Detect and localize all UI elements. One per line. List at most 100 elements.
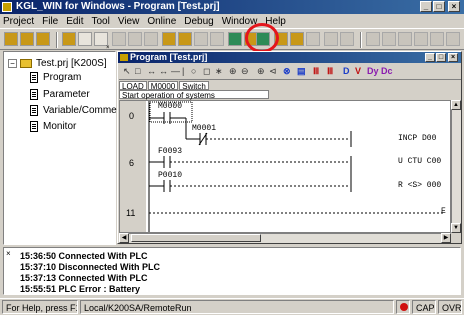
reset-icon[interactable] bbox=[398, 32, 412, 46]
upload-icon[interactable] bbox=[290, 32, 304, 46]
contact-address[interactable]: M0000 bbox=[158, 102, 182, 111]
status-cap: CAP bbox=[412, 300, 436, 314]
select-tool-icon[interactable]: ↖ bbox=[123, 66, 131, 77]
info-icon[interactable] bbox=[414, 32, 428, 46]
new-project-icon[interactable] bbox=[4, 32, 18, 46]
document-icon bbox=[30, 72, 38, 83]
end-instruction[interactable]: E bbox=[441, 207, 446, 216]
cross-reference-icon[interactable] bbox=[210, 32, 224, 46]
reset-instruction[interactable]: R <S> 000 bbox=[398, 181, 441, 190]
child-minimize-button[interactable]: _ bbox=[425, 53, 435, 62]
save-project-icon[interactable] bbox=[36, 32, 50, 46]
io-icon[interactable] bbox=[430, 32, 444, 46]
menu-view[interactable]: View bbox=[118, 16, 140, 27]
tree-root[interactable]: − Test.prj [K200S] bbox=[8, 58, 107, 69]
tree-item-program[interactable]: Program bbox=[30, 72, 81, 83]
save-file-icon[interactable] bbox=[94, 32, 108, 46]
message-close-icon[interactable]: × bbox=[6, 250, 14, 258]
box-tool-icon[interactable]: □ bbox=[135, 66, 140, 76]
document-icon bbox=[30, 121, 38, 132]
contact-address[interactable]: P0010 bbox=[158, 171, 182, 180]
compile-icon[interactable] bbox=[162, 32, 176, 46]
zoom-fit-icon[interactable]: ⊕ bbox=[257, 66, 265, 77]
horizontal-line-icon[interactable]: — bbox=[171, 66, 180, 76]
scroll-up-icon[interactable]: ▲ bbox=[451, 100, 461, 110]
contact-closed-icon[interactable]: ↔ bbox=[159, 66, 168, 76]
ladder-diagram bbox=[148, 101, 444, 232]
child-maximize-button[interactable]: □ bbox=[436, 53, 446, 62]
zoom-out-icon[interactable]: ⊖ bbox=[241, 66, 249, 77]
contact-address[interactable]: M0001 bbox=[192, 124, 216, 133]
element-comment: Start operation of systems bbox=[119, 90, 269, 100]
element-address: M0000 bbox=[147, 81, 179, 91]
main-toolbar bbox=[0, 28, 464, 50]
menu-debug[interactable]: Debug bbox=[184, 16, 213, 27]
program-window-title: Program [Test.prj] bbox=[118, 52, 461, 63]
maximize-button[interactable]: □ bbox=[433, 1, 445, 12]
device-d-icon[interactable]: D bbox=[343, 66, 350, 76]
list-icon[interactable]: ▤ bbox=[297, 66, 306, 77]
copy-icon[interactable] bbox=[128, 32, 142, 46]
vertical-scrollbar[interactable]: ▲ ▼ bbox=[451, 100, 461, 233]
special-icon[interactable]: ∗ bbox=[215, 66, 223, 77]
status-bar: For Help, press F1 Local/K200SA/RemoteRu… bbox=[0, 298, 464, 315]
run-icon[interactable] bbox=[306, 32, 320, 46]
scrollbar-thumb[interactable] bbox=[131, 234, 261, 242]
function-icon[interactable]: ◻ bbox=[203, 66, 210, 77]
contact-address[interactable]: F0093 bbox=[158, 147, 182, 156]
build-icon[interactable] bbox=[178, 32, 192, 46]
device-dy-icon[interactable]: Dy bbox=[367, 66, 379, 76]
monitor-icon[interactable] bbox=[366, 32, 380, 46]
close-button[interactable]: × bbox=[448, 1, 460, 12]
label-icon[interactable]: Ⅲ bbox=[327, 66, 333, 77]
incp-instruction[interactable]: INCP D00 bbox=[398, 134, 436, 143]
device-v-icon[interactable]: V bbox=[355, 66, 361, 76]
scroll-right-icon[interactable]: ▶ bbox=[441, 233, 451, 243]
connect-icon[interactable] bbox=[228, 32, 242, 46]
zoom-back-icon[interactable]: ⊲ bbox=[269, 66, 277, 77]
tree-item-label: Program bbox=[43, 72, 82, 83]
menu-tool[interactable]: Tool bbox=[91, 16, 109, 27]
tree-item-label: Monitor bbox=[43, 121, 77, 132]
status-path: Local/K200SA/RemoteRun bbox=[80, 300, 394, 314]
counter-instruction[interactable]: U CTU C00 bbox=[398, 157, 441, 166]
vertical-line-icon[interactable]: | bbox=[182, 66, 184, 76]
tree-item-monitor[interactable]: Monitor bbox=[30, 121, 76, 132]
menu-project[interactable]: Project bbox=[3, 16, 34, 27]
device-dc-icon[interactable]: Dc bbox=[381, 66, 393, 76]
rung-number: 0 bbox=[129, 111, 135, 121]
minimize-button[interactable]: _ bbox=[420, 1, 432, 12]
child-close-button[interactable]: × bbox=[448, 53, 458, 62]
open-file-icon[interactable] bbox=[78, 32, 92, 46]
contact-open-icon[interactable]: ↔ bbox=[147, 66, 156, 76]
paste-icon[interactable] bbox=[144, 32, 158, 46]
menu-bar: Project File Edit Tool View Online Debug… bbox=[0, 14, 464, 28]
tree-item-label: Variable/Comment bbox=[43, 105, 126, 116]
new-file-icon[interactable] bbox=[62, 32, 76, 46]
document-icon bbox=[30, 89, 38, 100]
collapse-icon[interactable]: − bbox=[8, 59, 17, 68]
open-project-icon[interactable] bbox=[20, 32, 34, 46]
flash-icon[interactable] bbox=[382, 32, 396, 46]
pause-icon[interactable] bbox=[340, 32, 354, 46]
check-icon[interactable] bbox=[194, 32, 208, 46]
coil-icon[interactable]: ○ bbox=[191, 66, 196, 76]
menu-file[interactable]: File bbox=[42, 16, 58, 27]
message-line: 15:36:50 Connected With PLC bbox=[20, 251, 148, 261]
folder-icon bbox=[20, 59, 32, 68]
ladder-canvas[interactable] bbox=[119, 100, 451, 233]
cut-icon[interactable] bbox=[112, 32, 126, 46]
message-panel: 15:36:50 Connected With PLC 15:37:10 Dis… bbox=[3, 247, 461, 295]
menu-edit[interactable]: Edit bbox=[66, 16, 83, 27]
tree-item-variable-comment[interactable]: Variable/Comment bbox=[30, 105, 125, 116]
zoom-in-icon[interactable]: ⊕ bbox=[229, 66, 237, 77]
option-icon[interactable] bbox=[446, 32, 460, 46]
comment-icon[interactable]: Ⅲ bbox=[313, 66, 319, 77]
status-help: For Help, press F1 bbox=[2, 300, 78, 314]
scroll-left-icon[interactable]: ◀ bbox=[119, 233, 129, 243]
scroll-down-icon[interactable]: ▼ bbox=[451, 223, 461, 233]
tree-item-parameter[interactable]: Parameter bbox=[30, 89, 90, 100]
find-icon[interactable]: ⊗ bbox=[283, 66, 291, 77]
stop-icon[interactable] bbox=[324, 32, 338, 46]
menu-online[interactable]: Online bbox=[147, 16, 176, 27]
